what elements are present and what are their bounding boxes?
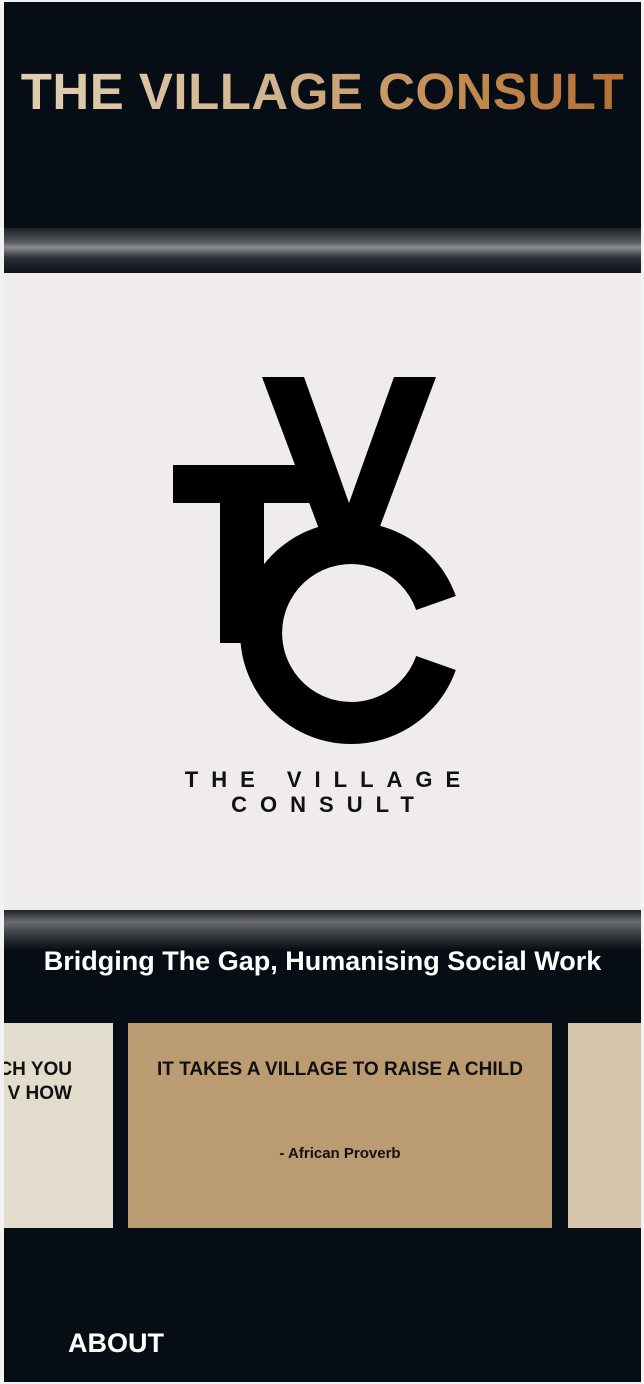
carousel-card-previous-text: CH YOU V HOW: [4, 1058, 72, 1106]
site-title[interactable]: THE VILLAGE CONSULT: [4, 62, 641, 121]
tagline: Bridging The Gap, Humanising Social Work: [43, 946, 602, 976]
page: THE VILLAGE CONSULT THE VILLAGE CONSULT …: [4, 2, 641, 1382]
carousel-card-next[interactable]: [568, 1023, 641, 1228]
quote-text: IT TAKES A VILLAGE TO RAISE A CHILD: [157, 1059, 523, 1080]
header-divider: [4, 228, 641, 274]
logo-wordmark-line1: THE VILLAGE: [184, 767, 474, 792]
carousel-card-previous-line2: V HOW: [7, 1083, 72, 1104]
site-header: THE VILLAGE CONSULT: [4, 2, 641, 228]
hero-divider: [4, 910, 641, 950]
nav-about-link[interactable]: ABOUT: [68, 1328, 164, 1359]
carousel-card-previous-line1: CH YOU: [4, 1059, 72, 1080]
logo-wordmark-line2: CONSULT: [231, 792, 427, 817]
carousel-card-previous[interactable]: CH YOU V HOW: [4, 1023, 113, 1228]
carousel-card-current[interactable]: IT TAKES A VILLAGE TO RAISE A CHILD - Af…: [128, 1023, 552, 1228]
quote-attribution: - African Proverb: [279, 1145, 401, 1162]
logo-c: [240, 522, 456, 744]
hero-logo-panel: THE VILLAGE CONSULT: [4, 273, 641, 911]
